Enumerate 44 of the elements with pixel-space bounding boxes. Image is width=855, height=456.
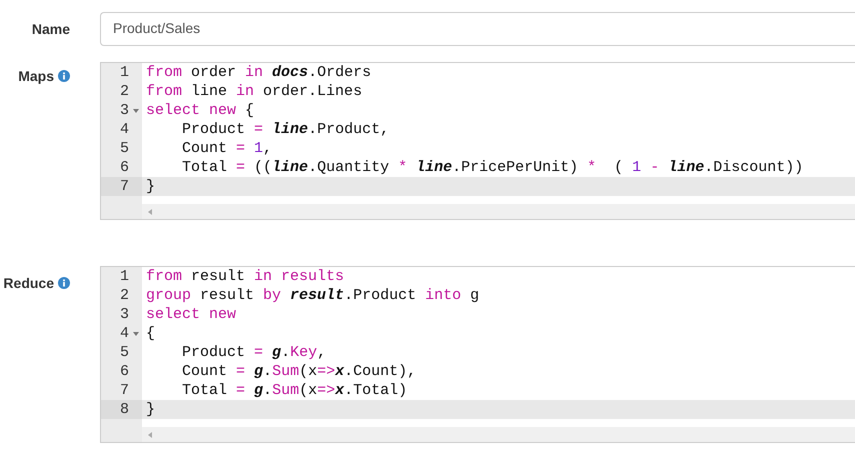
code-line: Product = line.Product, bbox=[181, 120, 390, 139]
fold-caret-icon[interactable] bbox=[132, 108, 138, 112]
code-line: Product = g.Key, bbox=[181, 343, 326, 362]
fold-caret-icon[interactable] bbox=[132, 332, 138, 336]
code-editor[interactable]: 1 from order in docs.Orders 2 from line in order.Lines 3 select new { 4 Product = line.Product, 5 Count = 1, 6 Total = ((line.Quantity * line.PricePerUnit) * ( 1 - line.Discount)) 7 } bbox=[100, 62, 855, 220]
line-number: 1 bbox=[120, 268, 129, 285]
horizontal-scrollbar[interactable] bbox=[142, 204, 855, 219]
line-number: 4 bbox=[120, 325, 129, 342]
line-number: 4 bbox=[120, 121, 129, 138]
name-field[interactable]: Product/Sales bbox=[100, 12, 855, 46]
line-number: 6 bbox=[120, 159, 129, 176]
field-label: Name bbox=[32, 21, 70, 37]
code-line: { bbox=[145, 324, 156, 343]
line-number: 5 bbox=[120, 344, 129, 361]
code-line: } bbox=[145, 400, 156, 419]
horizontal-scrollbar[interactable] bbox=[142, 427, 855, 442]
scroll-left-icon[interactable] bbox=[148, 432, 152, 438]
line-number: 5 bbox=[120, 140, 129, 157]
code-line: Total = ((line.Quantity * line.PricePerUnit) * ( 1 - line.Discount)) bbox=[181, 158, 804, 177]
code-line: from order in docs.Orders bbox=[145, 63, 372, 82]
line-number: 2 bbox=[120, 287, 129, 304]
code-line: select new { bbox=[145, 101, 254, 120]
line-number: 1 bbox=[120, 64, 129, 81]
code-line: Count = 1, bbox=[181, 139, 272, 158]
code-line: from result in results bbox=[145, 267, 344, 286]
code-editor[interactable]: 1 from result in results 2 group result by result.Product into g 3 select new 4 { 5 Product = g.Key, 6 Count = g.Sum(x=>x.Count), 7 Total = g.Sum(x=>x.Total) 8 } bbox=[100, 266, 855, 443]
code-line: Count = g.Sum(x=>x.Count), bbox=[181, 362, 416, 381]
field-label: Reduce bbox=[3, 275, 54, 291]
line-number: 6 bbox=[120, 363, 129, 380]
scroll-left-icon[interactable] bbox=[148, 208, 152, 214]
field-label: Maps bbox=[18, 68, 54, 84]
code-line: group result by result.Product into g bbox=[145, 286, 480, 305]
info-icon[interactable] bbox=[58, 277, 70, 289]
line-number: 3 bbox=[120, 102, 129, 119]
code-line: select new bbox=[145, 305, 236, 324]
code-line: from line in order.Lines bbox=[145, 82, 362, 101]
info-icon[interactable] bbox=[58, 70, 70, 82]
line-number: 8 bbox=[120, 401, 129, 418]
line-number: 3 bbox=[120, 306, 129, 323]
line-number: 7 bbox=[120, 382, 129, 399]
line-number: 7 bbox=[120, 178, 129, 195]
code-line: Total = g.Sum(x=>x.Total) bbox=[181, 381, 408, 400]
code-line: } bbox=[145, 177, 156, 196]
line-number: 2 bbox=[120, 83, 129, 100]
